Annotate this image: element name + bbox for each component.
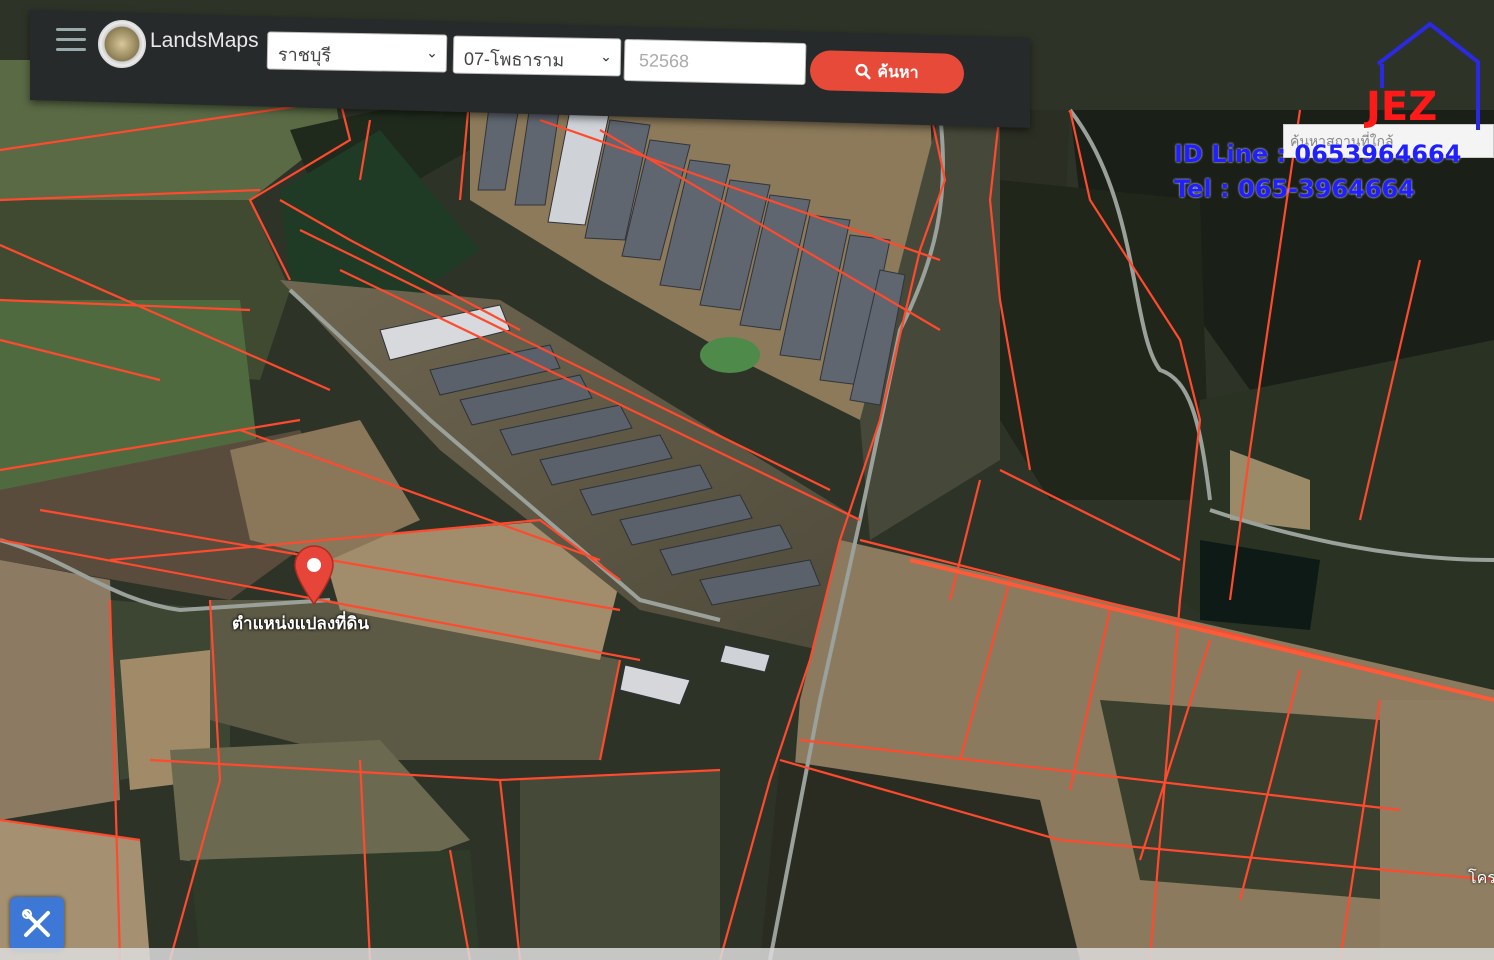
jez-logo-text: JEZ	[1364, 84, 1437, 130]
menu-icon[interactable]	[56, 28, 86, 52]
app-logo	[98, 20, 146, 68]
map-pin-icon[interactable]	[292, 544, 336, 606]
watermark-id-line: ID Line : 0653964664	[1174, 140, 1462, 168]
province-select[interactable]: ราชบุรี ⌄	[266, 31, 448, 73]
jez-watermark-logo: JEZ	[1364, 21, 1480, 130]
map-tools-button[interactable]	[10, 897, 64, 951]
district-select[interactable]: 07-โพธาราม ⌄	[452, 35, 622, 77]
map-place-label: โคร	[1468, 868, 1494, 887]
marker-label: ตำแหน่งแปลงที่ดิน	[232, 614, 370, 633]
screen-bottom-edge	[0, 948, 1494, 960]
app-name: LandsMaps	[150, 29, 259, 52]
search-button[interactable]: ค้นหา	[809, 49, 965, 95]
search-icon	[855, 63, 872, 80]
search-button-label: ค้นหา	[877, 63, 919, 82]
district-value: 07-โพธาราม	[463, 48, 565, 71]
parcel-number-input[interactable]: 52568	[623, 38, 807, 86]
chevron-down-icon: ⌄	[600, 48, 613, 65]
tools-icon	[22, 909, 50, 937]
chevron-down-icon: ⌄	[426, 44, 439, 61]
watermark-tel: Tel : 065-3964664	[1174, 175, 1415, 203]
province-value: ราชบุรี	[277, 44, 332, 66]
